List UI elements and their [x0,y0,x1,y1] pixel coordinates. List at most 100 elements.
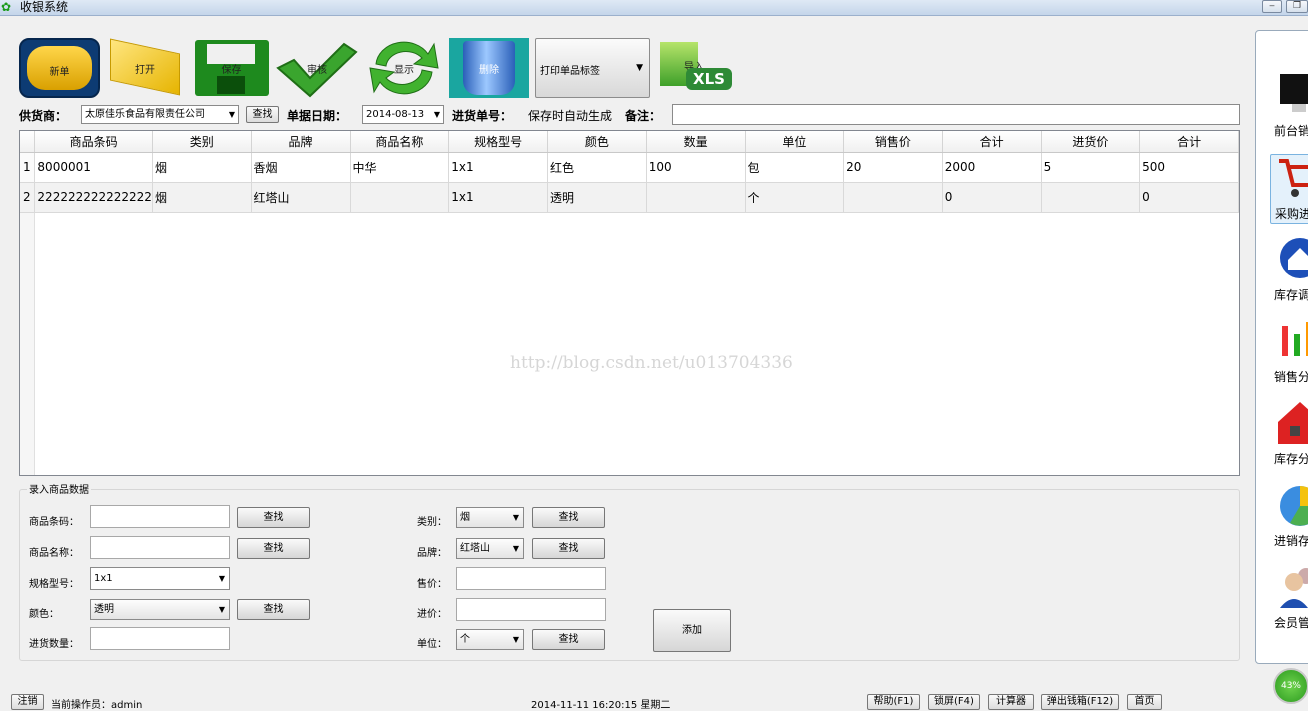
print-label-dropdown[interactable]: 打印单品标签 ▼ [535,38,650,98]
table-cell[interactable]: 100 [646,152,746,183]
column-header[interactable]: 进货价 [1041,131,1141,153]
table-cell[interactable]: 红塔山 [251,182,351,213]
date-picker[interactable]: 2014-08-13 ▼ [362,105,444,124]
table-cell[interactable]: 烟 [152,152,252,183]
nav-item-label: 采购进 [1275,207,1308,221]
nav-item-inventory[interactable]: 进销存 [1270,482,1308,552]
warehouse-icon [1280,238,1308,278]
table-cell[interactable] [843,182,943,213]
table-cell[interactable]: 中华 [350,152,450,183]
table-row[interactable]: 1 8000001 烟香烟 中华 1x1 红色 100 包 20 2000 5 500 [20,152,1239,183]
import-xls-button[interactable]: 导入 XLS [658,38,734,98]
column-header[interactable]: 合计 [942,131,1042,153]
column-header[interactable]: 单位 [745,131,845,153]
sale-price-input[interactable] [456,567,606,590]
table-cell[interactable]: 1x1 [448,182,549,213]
audit-button[interactable]: 审核 [276,38,358,98]
supplier-find-button[interactable]: 查找 [246,106,279,123]
delete-label: 删除 [479,65,499,76]
barcode-find-button[interactable]: 查找 [237,507,310,528]
brand-select[interactable]: 红塔山 ▼ [456,538,524,559]
spec-select[interactable]: 1x1 ▼ [90,567,230,590]
calculator-button[interactable]: 计算器 [988,694,1034,710]
open-cashbox-button[interactable]: 弹出钱箱(F12) [1041,694,1119,710]
cost-price-label: 进价： [417,609,447,620]
product-name-input[interactable] [90,536,230,559]
table-cell[interactable]: 红色 [547,152,647,183]
nav-item-purchase[interactable]: 采购进 [1270,154,1308,224]
table-cell[interactable]: 0 [1139,182,1239,213]
users-icon [1280,568,1308,608]
nav-item-sales-analysis[interactable]: 销售分 [1270,318,1308,388]
save-button[interactable]: 保存 [193,38,270,98]
new-order-button[interactable]: 新单 [19,38,100,98]
table-cell[interactable]: 包 [745,152,845,183]
date-label: 单据日期： [287,109,348,123]
column-header[interactable]: 颜色 [547,131,647,153]
color-find-button[interactable]: 查找 [237,599,310,620]
nav-item-stock-analysis[interactable]: 库存分 [1270,400,1308,470]
app-icon: ✿ [1,0,12,14]
category-select[interactable]: 烟 ▼ [456,507,524,528]
table-cell[interactable]: 香烟 [251,152,351,183]
table-cell[interactable]: 烟 [152,182,252,213]
logout-button[interactable]: 注销 [11,694,44,710]
remark-label: 备注： [625,109,662,123]
table-row[interactable]: 2 222222222222222 烟红塔山 1x1 透明个 0 0 [20,182,1239,213]
column-header[interactable]: 商品名称 [350,131,450,153]
home-button[interactable]: 首页 [1127,694,1162,710]
brand-find-button[interactable]: 查找 [532,538,605,559]
table-cell[interactable] [1041,182,1141,213]
table-cell[interactable] [350,182,450,213]
column-header[interactable]: 合计 [1139,131,1239,153]
print-label-text: 打印单品标签 [540,66,600,77]
table-cell[interactable]: 8000001 [34,152,153,183]
quantity-label: 进货数量： [29,639,79,650]
add-item-button[interactable]: 添加 [653,609,731,652]
chevron-down-icon: ▼ [512,544,519,553]
nav-item-stock-adjust[interactable]: 库存调 [1270,236,1308,306]
nav-item-members[interactable]: 会员管 [1270,564,1308,634]
lock-screen-button[interactable]: 锁屏(F4) [928,694,980,710]
nav-item-label: 前台销 [1274,124,1308,138]
column-header[interactable]: 品牌 [251,131,351,153]
spec-value: 1x1 [94,573,113,584]
table-cell[interactable]: 20 [843,152,943,183]
maximize-button[interactable]: ❐ [1286,0,1308,13]
order-info-bar: 供货商： 太原佳乐食品有限责任公司 ▼ 查找 单据日期： 2014-08-13 … [0,103,1250,127]
open-button[interactable]: 打开 [106,38,184,98]
product-name-find-button[interactable]: 查找 [237,538,310,559]
spec-label: 规格型号： [29,579,79,590]
help-button[interactable]: 帮助(F1) [867,694,920,710]
remark-input[interactable] [672,104,1240,125]
column-header[interactable]: 数量 [646,131,746,153]
table-cell[interactable]: 222222222222222 [34,182,153,213]
table-cell[interactable]: 1x1 [448,152,549,183]
unit-select[interactable]: 个 ▼ [456,629,524,650]
table-cell[interactable]: 2000 [942,152,1042,183]
barcode-input[interactable] [90,505,230,528]
column-header[interactable]: 类别 [152,131,252,153]
minimize-button[interactable]: ‒ [1262,0,1282,13]
table-cell[interactable]: 500 [1139,152,1239,183]
table-cell[interactable]: 透明 [547,182,647,213]
table-cell[interactable] [646,182,746,213]
color-select[interactable]: 透明 ▼ [90,599,230,620]
quantity-input[interactable] [90,627,230,650]
show-button[interactable]: 显示 [368,38,440,98]
column-header[interactable]: 销售价 [843,131,943,153]
table-cell[interactable]: 个 [745,182,845,213]
table-cell[interactable]: 5 [1041,152,1141,183]
delete-button[interactable]: 删除 [449,38,529,98]
supplier-select[interactable]: 太原佳乐食品有限责任公司 ▼ [81,105,239,124]
column-header[interactable]: 商品条码 [34,131,153,153]
category-find-button[interactable]: 查找 [532,507,605,528]
items-grid[interactable]: 商品条码 类别 品牌 商品名称 规格型号 颜色 数量 单位 销售价 合计 进货价 合计 1 800000… [19,130,1240,476]
nav-item-pos[interactable]: 前台销 [1270,72,1308,142]
color-label: 颜色： [29,609,59,620]
memory-gauge[interactable]: 43% [1273,668,1308,704]
cost-price-input[interactable] [456,598,606,621]
table-cell[interactable]: 0 [942,182,1042,213]
unit-find-button[interactable]: 查找 [532,629,605,650]
column-header[interactable]: 规格型号 [448,131,549,153]
